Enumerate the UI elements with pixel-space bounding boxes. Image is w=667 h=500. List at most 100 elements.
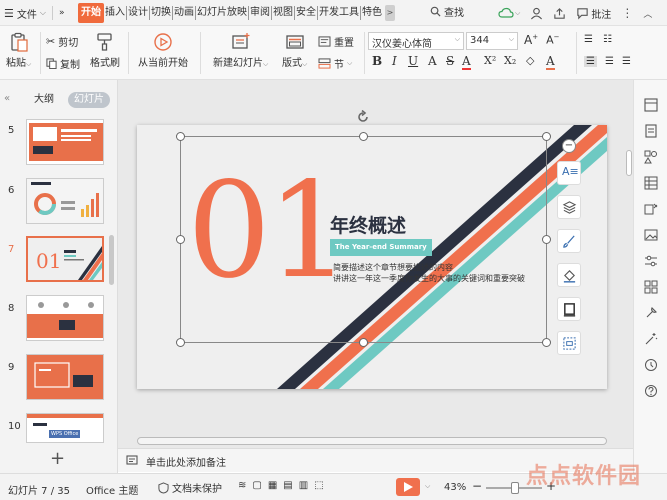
chevron-down-icon[interactable]: ⌵ — [425, 482, 430, 491]
increase-font-size-icon[interactable]: A+ — [524, 33, 538, 47]
numbered-list-icon[interactable]: ☷ — [603, 34, 612, 45]
resize-handle-bottom-right[interactable] — [542, 338, 551, 347]
resize-handle-top-right[interactable] — [542, 132, 551, 141]
file-menu[interactable]: ☰ 文件 ⌵ » — [4, 4, 64, 22]
table-icon[interactable] — [644, 176, 658, 190]
shapes-icon[interactable] — [644, 150, 658, 164]
underline-icon[interactable]: U — [408, 54, 418, 68]
collapse-toolbar-icon[interactable]: − — [562, 139, 576, 153]
format-painter-button[interactable]: 格式刷 — [90, 32, 120, 69]
tab-animations[interactable]: 动画 — [173, 3, 195, 23]
align-center-icon[interactable]: ☰ — [605, 56, 614, 67]
normal-view-icon[interactable]: ▢ — [252, 480, 261, 491]
align-right-icon[interactable]: ☰ — [622, 56, 631, 67]
share-icon[interactable] — [553, 7, 566, 20]
slide-thumbnail-10[interactable]: WPS Office — [26, 413, 104, 443]
notes-view-icon[interactable]: ▥ — [299, 480, 308, 491]
resize-handle-left[interactable] — [176, 235, 185, 244]
font-size-select[interactable]: 344 ⌵ — [466, 32, 518, 50]
search-button[interactable]: 查找 — [430, 4, 464, 19]
tab-review[interactable]: 审阅 — [249, 3, 271, 23]
adjust-icon[interactable] — [644, 254, 658, 268]
bullet-list-icon[interactable]: ☰ — [584, 34, 593, 45]
zoom-level[interactable]: 43% — [444, 482, 466, 493]
selection-frame[interactable] — [180, 136, 547, 343]
play-from-current-button[interactable]: 从当前开始 — [138, 32, 188, 69]
cut-button[interactable]: ✂ 剪切 — [46, 34, 78, 49]
copy-button[interactable]: 复制 — [46, 56, 80, 71]
document-icon[interactable] — [644, 124, 658, 138]
tab-developer[interactable]: 开发工具 — [318, 3, 360, 23]
help-icon[interactable] — [644, 384, 658, 398]
clear-format-icon[interactable]: ◇ — [526, 54, 534, 67]
animation-icon[interactable] — [644, 202, 658, 216]
resize-handle-bottom-left[interactable] — [176, 338, 185, 347]
layers-button[interactable] — [557, 195, 581, 219]
horizontal-scrollbar[interactable] — [137, 437, 607, 445]
tab-transitions[interactable]: 切换 — [150, 3, 172, 23]
italic-icon[interactable]: I — [392, 54, 397, 68]
quick-access-more-icon[interactable]: » — [59, 8, 65, 18]
play-slideshow-button[interactable] — [396, 478, 420, 496]
paste-button[interactable]: 粘贴⌵ — [6, 32, 31, 69]
tab-security[interactable]: 安全 — [295, 3, 317, 23]
resize-handle-right[interactable] — [542, 235, 551, 244]
backup-icon[interactable] — [644, 358, 658, 372]
cloud-sync-icon[interactable]: ⌵ — [498, 7, 520, 19]
resize-handle-top[interactable] — [359, 132, 368, 141]
brush-button[interactable] — [557, 229, 581, 253]
strikethrough-icon[interactable]: S — [446, 54, 454, 68]
superscript-icon[interactable]: X² — [484, 54, 496, 67]
decrease-font-size-icon[interactable]: A− — [546, 33, 559, 47]
slide-thumbnail-5[interactable] — [26, 119, 104, 165]
theme-name[interactable]: Office 主题 — [86, 482, 138, 497]
bold-icon[interactable]: B — [372, 54, 382, 68]
user-icon[interactable] — [530, 7, 543, 20]
tab-slides[interactable]: 幻灯片 — [68, 92, 110, 108]
new-slide-button[interactable]: 新建幻灯片⌵ — [213, 32, 268, 69]
add-slide-button[interactable]: + — [50, 448, 65, 469]
align-left-icon[interactable]: ☰ — [584, 56, 597, 67]
more-tools-button[interactable] — [557, 331, 581, 355]
zoom-out-button[interactable]: − — [472, 479, 482, 493]
outline-button[interactable] — [557, 297, 581, 321]
document-protection[interactable]: 文档未保护 — [158, 480, 222, 495]
resize-handle-top-left[interactable] — [176, 132, 185, 141]
fill-color-button[interactable] — [557, 263, 581, 287]
property-icon[interactable] — [644, 98, 658, 112]
highlight-icon[interactable]: A — [546, 54, 555, 70]
tab-features[interactable]: 特色 — [361, 3, 383, 23]
tab-design[interactable]: 设计 — [127, 3, 149, 23]
section-button[interactable]: 节 ⌵ — [318, 56, 352, 71]
tab-insert[interactable]: 插入 — [104, 3, 126, 23]
slide-thumbnail-9[interactable] — [26, 354, 104, 400]
subscript-icon[interactable]: X₂ — [504, 54, 516, 67]
collapse-ribbon-icon[interactable]: ︿ — [643, 7, 652, 20]
sort-view-icon[interactable]: ≋ — [238, 480, 246, 491]
resize-handle-bottom[interactable] — [359, 338, 368, 347]
slide-thumbnail-6[interactable] — [26, 178, 104, 224]
tabs-scroll-right-button[interactable]: > — [385, 5, 395, 21]
comment-button[interactable]: 批注 — [576, 6, 611, 21]
more-options-icon[interactable]: ⋮ — [621, 6, 633, 20]
collapse-panel-icon[interactable]: « — [4, 93, 10, 104]
text-style-button[interactable]: A≡ — [557, 161, 581, 185]
magic-icon[interactable] — [644, 332, 658, 346]
layout-grid-icon[interactable] — [644, 280, 658, 294]
reset-button[interactable]: 重置 — [318, 34, 354, 49]
sidebar-scrollbar[interactable] — [626, 150, 632, 176]
tools-icon[interactable] — [644, 306, 658, 320]
tab-view[interactable]: 视图 — [272, 3, 294, 23]
text-shadow-icon[interactable]: A — [428, 54, 437, 68]
font-name-select[interactable]: 汉仪姜心体简 ⌵ — [368, 32, 464, 50]
rotate-handle-icon[interactable] — [356, 110, 370, 124]
slide-sorter-icon[interactable]: ▦ — [268, 480, 277, 491]
slide-thumbnail-7-selected[interactable]: 01 — [26, 236, 104, 282]
tab-slideshow[interactable]: 幻灯片放映 — [196, 3, 248, 23]
reading-view-icon[interactable]: ▤ — [283, 480, 292, 491]
layout-button[interactable]: 版式⌵ — [282, 32, 307, 69]
fullscreen-icon[interactable]: ⬚ — [314, 480, 323, 491]
tab-outline[interactable]: 大纲 — [28, 92, 60, 108]
panel-scrollbar[interactable] — [109, 235, 114, 285]
image-icon[interactable] — [644, 228, 658, 242]
